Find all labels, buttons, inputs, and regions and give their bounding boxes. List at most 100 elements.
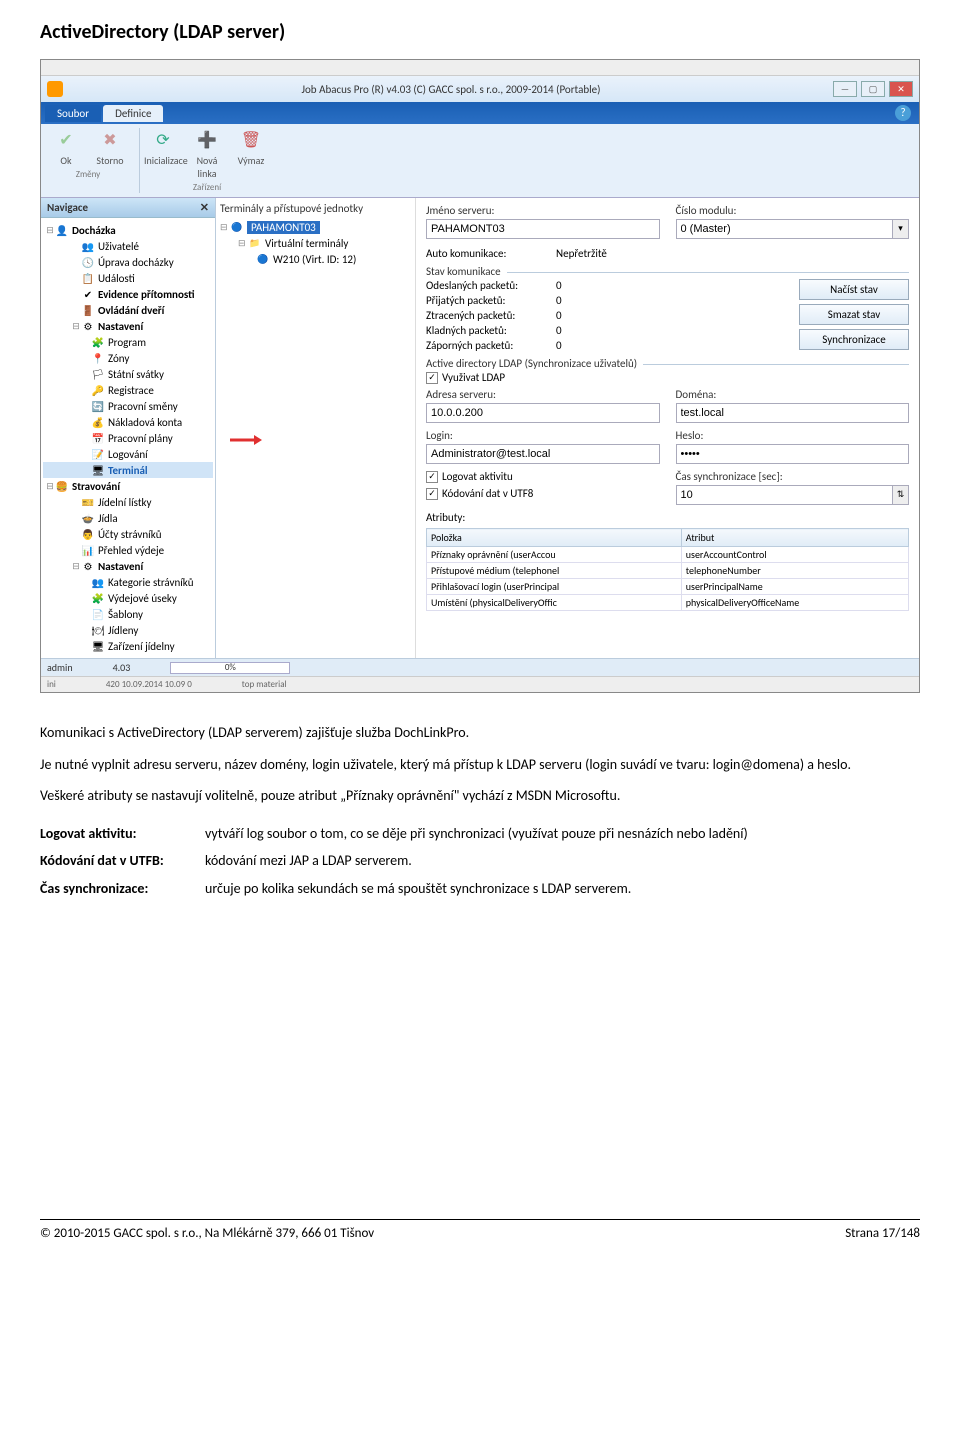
vymaz-button[interactable]: 🗑Výmaz: [232, 128, 270, 180]
tree-title: Terminály a přístupové jednotky: [220, 202, 411, 215]
tree-item-icon: ⚙: [81, 559, 95, 573]
sync-time-input[interactable]: [676, 485, 894, 505]
sync-button[interactable]: Synchronizace: [799, 329, 909, 350]
menu-definice[interactable]: Definice: [103, 105, 163, 122]
tree-item-icon: 👥: [81, 239, 95, 253]
nav-item[interactable]: ✔Evidence přítomnosti: [43, 286, 213, 302]
table-row[interactable]: Přístupové médium (telephoneltelephoneNu…: [427, 563, 909, 579]
password-input[interactable]: [676, 444, 910, 464]
server-icon: 🔵: [230, 220, 244, 234]
login-input[interactable]: [426, 444, 660, 464]
nav-item[interactable]: 🧩Výdejové úseky: [43, 590, 213, 606]
status-version: 4.03: [113, 661, 131, 674]
red-arrow-annotation: [230, 434, 262, 446]
nav-item[interactable]: ⊟🍔Stravování: [43, 478, 213, 494]
terminal-icon: 🔵: [256, 252, 270, 266]
ribbon-toolbar: ✔Ok ✖Storno Změny ⟳Inicializace ➕Nová li…: [41, 124, 919, 198]
checkbox-icon[interactable]: ✓: [426, 488, 438, 500]
tree-leaf-terminal[interactable]: 🔵 W210 (Virt. ID: 12): [220, 251, 411, 267]
close-button[interactable]: ✕: [889, 81, 913, 97]
tree-item-icon: 🔄: [91, 399, 105, 413]
table-row[interactable]: Umístění (physicalDeliveryOfficphysicalD…: [427, 595, 909, 611]
nav-item[interactable]: 🎫Jídelní lístky: [43, 494, 213, 510]
label-attributes: Atributy:: [426, 511, 465, 524]
nav-item[interactable]: 🍲Jídla: [43, 510, 213, 526]
load-state-button[interactable]: Načíst stav: [799, 279, 909, 300]
inicializace-button[interactable]: ⟳Inicializace: [144, 128, 182, 180]
definition-term: Čas synchronizace:: [40, 879, 205, 899]
paragraph: Komunikaci s ActiveDirectory (LDAP serve…: [40, 723, 920, 743]
nav-item[interactable]: 👥Kategorie strávníků: [43, 574, 213, 590]
status-user: admin: [47, 661, 73, 674]
footer-left: © 2010-2015 GACC spol. s r.o., Na Mlékár…: [40, 1226, 374, 1241]
nav-item[interactable]: 🔄Pracovní směny: [43, 398, 213, 414]
tree-virtual-terminals[interactable]: ⊟ 📁 Virtuální terminály: [220, 235, 411, 251]
nav-item[interactable]: 🕓Úprava docházky: [43, 254, 213, 270]
server-name-input[interactable]: [426, 219, 660, 239]
tree-item-icon: 📋: [81, 271, 95, 285]
domain-input[interactable]: [676, 403, 910, 423]
nav-item[interactable]: 📅Pracovní plány: [43, 430, 213, 446]
nav-item[interactable]: 📋Události: [43, 270, 213, 286]
nav-item[interactable]: 🔑Registrace: [43, 382, 213, 398]
server-address-input[interactable]: [426, 403, 660, 423]
storno-button[interactable]: ✖Storno: [91, 128, 129, 167]
help-icon[interactable]: ?: [895, 105, 911, 121]
app-body: Navigace ✕ ⊟👤Docházka👥Uživatelé🕓Úprava d…: [41, 198, 919, 658]
background-window-top: [41, 60, 919, 76]
nav-item[interactable]: 🏳Státní svátky: [43, 366, 213, 382]
nav-item[interactable]: ⊟⚙Nastavení: [43, 558, 213, 574]
nav-item[interactable]: 📊Přehled výdeje: [43, 542, 213, 558]
paragraph: Veškeré atributy se nastavují volitelně,…: [40, 786, 920, 806]
chevron-down-icon[interactable]: ▾: [893, 219, 909, 239]
close-panel-icon[interactable]: ✕: [200, 201, 209, 214]
nav-item[interactable]: 🧩Program: [43, 334, 213, 350]
checkbox-icon[interactable]: ✓: [426, 372, 438, 384]
clear-state-button[interactable]: Smazat stav: [799, 304, 909, 325]
module-number-select[interactable]: [676, 219, 894, 239]
window-title: Job Abacus Pro (R) v4.03 (C) GACC spol. …: [69, 83, 833, 96]
nav-item[interactable]: ⊟👤Docházka: [43, 222, 213, 238]
definition-desc: vytváří log soubor o tom, co se děje při…: [205, 824, 920, 844]
nova-linka-button[interactable]: ➕Nová linka: [188, 128, 226, 180]
expand-icon[interactable]: ⊟: [238, 238, 248, 249]
tree-root[interactable]: ⊟ 🔵 PAHAMONT03: [220, 219, 411, 235]
form-panel: Jméno serveru: Číslo modulu: ▾ Aut: [416, 198, 919, 658]
log-activity-checkbox-row[interactable]: ✓ Logovat aktivitu: [426, 470, 660, 483]
nav-item[interactable]: 📍Zóny: [43, 350, 213, 366]
nav-item[interactable]: ⊟⚙Nastavení: [43, 318, 213, 334]
menu-soubor[interactable]: Soubor: [45, 105, 101, 122]
definitions-list: Logovat aktivitu:vytváří log soubor o to…: [40, 824, 920, 899]
maximize-button[interactable]: ▢: [861, 81, 885, 97]
body-text: Komunikaci s ActiveDirectory (LDAP serve…: [40, 723, 920, 806]
paragraph: Je nutné vyplnit adresu serveru, název d…: [40, 755, 920, 775]
cancel-icon: ✖: [98, 128, 122, 152]
label-sync-time: Čas synchronizace [sec]:: [676, 470, 910, 483]
expand-icon[interactable]: ⊟: [220, 222, 230, 233]
table-row[interactable]: Příznaky oprávnění (userAccouuserAccount…: [427, 547, 909, 563]
nav-item[interactable]: 👥Uživatelé: [43, 238, 213, 254]
nav-item[interactable]: 🍽Jídleny: [43, 622, 213, 638]
tree-item-icon: 💰: [91, 415, 105, 429]
checkbox-icon[interactable]: ✓: [426, 471, 438, 483]
nav-item[interactable]: 🖥Terminál: [43, 462, 213, 478]
tree-item-icon: 🕓: [81, 255, 95, 269]
spinner-icon[interactable]: ⇅: [893, 485, 909, 505]
ok-button[interactable]: ✔Ok: [47, 128, 85, 167]
nav-item[interactable]: 📝Logování: [43, 446, 213, 462]
definition-row: Kódování dat v UTFB:kódování mezi JAP a …: [40, 851, 920, 871]
utf8-checkbox-row[interactable]: ✓ Kódování dat v UTF8: [426, 487, 660, 500]
nav-item[interactable]: 💰Nákladová konta: [43, 414, 213, 430]
use-ldap-checkbox-row[interactable]: ✓ Využivat LDAP: [426, 371, 909, 384]
tree-item-icon: 🖥: [91, 639, 105, 653]
nav-item[interactable]: 🖥Zařízení jídelny: [43, 638, 213, 654]
nav-item[interactable]: 📄Šablony: [43, 606, 213, 622]
minimize-button[interactable]: —: [833, 81, 857, 97]
tree-item-icon: 🍔: [55, 479, 69, 493]
table-row[interactable]: Přihlašovací login (userPrincipaluserPri…: [427, 579, 909, 595]
tree-item-icon: 👨: [81, 527, 95, 541]
tree-item-icon: ✔: [81, 287, 95, 301]
tree-item-icon: ⚙: [81, 319, 95, 333]
nav-item[interactable]: 🚪Ovládání dveří: [43, 302, 213, 318]
nav-item[interactable]: 👨Účty strávníků: [43, 526, 213, 542]
